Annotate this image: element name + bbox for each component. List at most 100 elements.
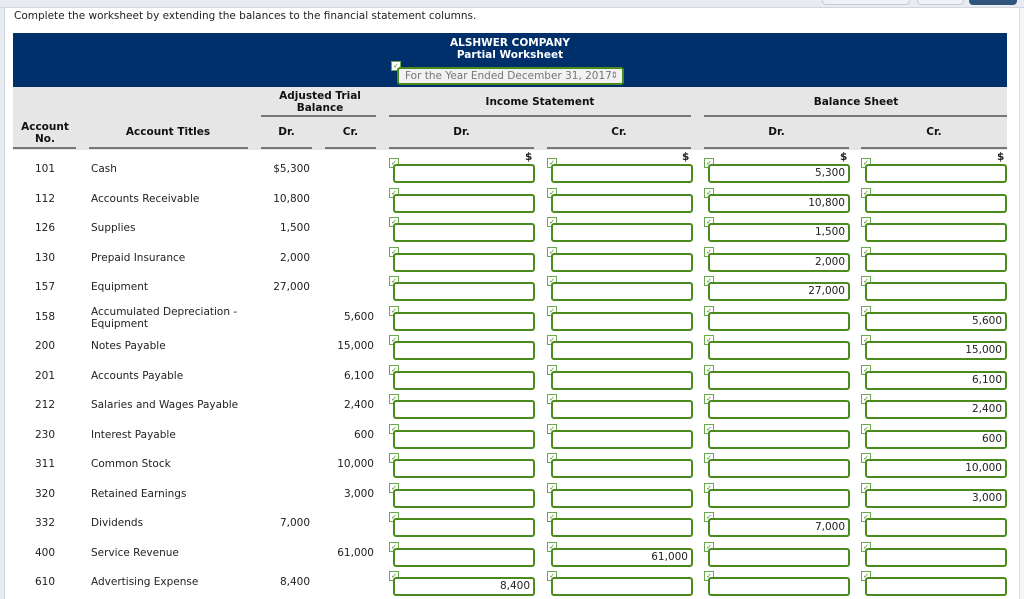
is-cr-input[interactable] (551, 164, 693, 183)
is-cr-input[interactable] (551, 518, 693, 537)
account-number: 157 (35, 281, 56, 293)
bs-dr-input[interactable] (708, 577, 850, 596)
divider (704, 115, 1007, 117)
account-number: 200 (35, 340, 56, 352)
account-number: 230 (35, 429, 56, 441)
bs-cr-input[interactable]: 10,000 (865, 459, 1007, 478)
is-cr-input[interactable] (551, 282, 693, 301)
bs-dr-input[interactable] (708, 459, 850, 478)
is-dr-input[interactable]: 8,400 (393, 577, 535, 596)
is-dr-input[interactable] (393, 194, 535, 213)
bs-dr-input[interactable] (708, 548, 850, 567)
bs-cr-input[interactable]: 6,100 (865, 371, 1007, 390)
bs-cr-input[interactable] (865, 577, 1007, 596)
header-atb-dr: Dr. (278, 126, 295, 138)
account-title: Prepaid Insurance (91, 252, 186, 264)
bs-cr-input[interactable] (865, 194, 1007, 213)
account-title: Service Revenue (91, 547, 179, 559)
instruction-text: Complete the worksheet by extending the … (14, 10, 477, 22)
account-title: Common Stock (91, 458, 171, 470)
is-cr-input[interactable] (551, 577, 693, 596)
is-dr-input[interactable] (393, 489, 535, 508)
toolbar-primary-button[interactable] (969, 0, 1017, 5)
bs-dr-input[interactable]: 1,500 (708, 223, 850, 242)
is-cr-input[interactable] (551, 459, 693, 478)
is-cr-input[interactable] (551, 312, 693, 331)
bs-dr-input[interactable]: 5,300 (708, 164, 850, 183)
bs-cr-input[interactable] (865, 548, 1007, 567)
bs-cr-input[interactable] (865, 253, 1007, 272)
bs-cr-input[interactable]: 5,600 (865, 312, 1007, 331)
period-select[interactable]: For the Year Ended December 31, 2017 ⇕ (397, 67, 624, 85)
bs-cr-input[interactable] (865, 223, 1007, 242)
is-dr-input[interactable] (393, 282, 535, 301)
bs-cr-input[interactable] (865, 164, 1007, 183)
select-arrows-icon: ⇕ (610, 71, 618, 81)
toolbar-button[interactable] (822, 0, 910, 5)
is-cr-input[interactable] (551, 400, 693, 419)
bs-dr-input[interactable]: 7,000 (708, 518, 850, 537)
account-title: Salaries and Wages Payable (91, 399, 239, 411)
bs-cr-input[interactable] (865, 518, 1007, 537)
account-title: Equipment (91, 281, 148, 293)
scrollbar[interactable] (1019, 8, 1024, 599)
is-cr-input[interactable] (551, 223, 693, 242)
account-number: 610 (35, 576, 56, 588)
atb-cr-value: 600 (353, 429, 374, 441)
atb-dr-value: $5,300 (273, 163, 310, 175)
account-number: 212 (35, 399, 56, 411)
account-title: Supplies (91, 222, 136, 234)
is-dr-input[interactable] (393, 518, 535, 537)
divider (261, 115, 376, 117)
period-select-value: For the Year Ended December 31, 2017 (405, 70, 612, 82)
header-is-dr: Dr. (453, 126, 470, 138)
header-atb-cr: Cr. (342, 126, 359, 138)
bs-dr-input[interactable] (708, 430, 850, 449)
header-bs-dr: Dr. (768, 126, 785, 138)
is-dr-input[interactable] (393, 253, 535, 272)
account-title: Accounts Receivable (91, 193, 200, 205)
bs-dr-input[interactable] (708, 371, 850, 390)
is-dr-input[interactable] (393, 223, 535, 242)
is-cr-input[interactable] (551, 194, 693, 213)
bs-dr-input[interactable] (708, 312, 850, 331)
bs-cr-input[interactable]: 2,400 (865, 400, 1007, 419)
currency-symbol: $ (525, 151, 533, 163)
account-number: 126 (35, 222, 56, 234)
is-cr-input[interactable] (551, 253, 693, 272)
atb-cr-value: 3,000 (343, 488, 374, 500)
is-dr-input[interactable] (393, 312, 535, 331)
account-title: Notes Payable (91, 340, 166, 352)
is-dr-input[interactable] (393, 371, 535, 390)
is-cr-input[interactable] (551, 371, 693, 390)
bs-dr-input[interactable] (708, 400, 850, 419)
currency-symbol: $ (682, 151, 690, 163)
is-cr-input[interactable]: 61,000 (551, 548, 693, 567)
bs-cr-input[interactable]: 3,000 (865, 489, 1007, 508)
bs-dr-input[interactable] (708, 341, 850, 360)
is-dr-input[interactable] (393, 430, 535, 449)
bs-dr-input[interactable] (708, 489, 850, 508)
account-number: 101 (35, 163, 56, 175)
is-dr-input[interactable] (393, 459, 535, 478)
is-dr-input[interactable] (393, 400, 535, 419)
header-account-titles: Account Titles (125, 126, 211, 138)
is-cr-input[interactable] (551, 341, 693, 360)
header-income-statement: Income Statement (485, 96, 595, 108)
toolbar-button[interactable] (917, 0, 964, 5)
is-dr-input[interactable] (393, 341, 535, 360)
account-title: Accumulated Depreciation - Equipment (91, 306, 238, 330)
bs-dr-input[interactable]: 27,000 (708, 282, 850, 301)
is-cr-input[interactable] (551, 430, 693, 449)
worksheet-subtitle: Partial Worksheet (456, 49, 564, 61)
bs-cr-input[interactable]: 15,000 (865, 341, 1007, 360)
bs-dr-input[interactable]: 10,800 (708, 194, 850, 213)
is-dr-input[interactable] (393, 548, 535, 567)
is-cr-input[interactable] (551, 489, 693, 508)
bs-dr-input[interactable]: 2,000 (708, 253, 850, 272)
divider (89, 147, 248, 149)
is-dr-input[interactable] (393, 164, 535, 183)
bs-cr-input[interactable] (865, 282, 1007, 301)
bs-cr-input[interactable]: 600 (865, 430, 1007, 449)
account-title: Advertising Expense (91, 576, 199, 588)
